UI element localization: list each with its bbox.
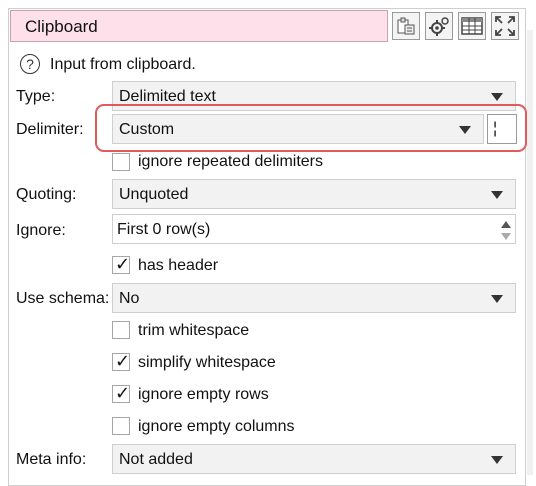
ignore-rows-spinbox[interactable]: First 0 row(s): [112, 214, 516, 244]
simplify-whitespace-label: simplify whitespace: [138, 354, 276, 371]
quoting-value: Unquoted: [119, 186, 189, 203]
paste-icon: [397, 17, 415, 35]
quoting-label: Quoting:: [16, 186, 77, 203]
meta-info-value: Not added: [119, 451, 193, 468]
checkmark-icon: ✓: [115, 383, 131, 403]
chevron-down-icon: [491, 93, 503, 101]
has-header-label: has header: [138, 257, 219, 274]
ignore-empty-columns-checkbox[interactable]: [112, 417, 130, 435]
delimiter-highlight: [95, 104, 527, 152]
quoting-select[interactable]: Unquoted: [112, 179, 516, 209]
trim-whitespace-checkbox[interactable]: [112, 321, 130, 339]
schema-label: Use schema:: [16, 290, 110, 307]
info-text: Input from clipboard.: [50, 56, 196, 73]
chevron-down-icon: [491, 295, 503, 303]
table-view-button[interactable]: [458, 12, 486, 40]
has-header-checkbox[interactable]: ✓: [112, 254, 131, 274]
spin-up-icon[interactable]: [501, 221, 511, 228]
checkmark-icon: ✓: [115, 351, 131, 371]
settings-button[interactable]: [425, 12, 453, 40]
ignore-empty-rows-label: ignore empty rows: [138, 386, 269, 403]
scrollbar[interactable]: [527, 30, 533, 475]
paste-button[interactable]: [392, 12, 420, 40]
ignore-repeated-label: ignore repeated delimiters: [138, 153, 323, 170]
trim-whitespace-label: trim whitespace: [138, 322, 250, 339]
type-label: Type:: [16, 88, 56, 105]
chevron-down-icon: [491, 191, 503, 199]
spin-down-icon[interactable]: [501, 233, 511, 240]
table-icon: [461, 17, 483, 35]
ignore-repeated-checkbox[interactable]: [112, 153, 130, 171]
help-circle-icon[interactable]: ?: [20, 54, 40, 74]
ignore-empty-rows-checkbox[interactable]: ✓: [112, 383, 131, 403]
ignore-rows-value: First 0 row(s): [117, 221, 211, 238]
title-bar: Clipboard: [10, 10, 388, 42]
properties-panel: [8, 8, 526, 486]
meta-info-label: Meta info:: [16, 451, 87, 468]
delimiter-label: Delimiter:: [16, 121, 84, 138]
expand-button[interactable]: [491, 12, 519, 40]
expand-icon: [495, 16, 515, 36]
simplify-whitespace-checkbox[interactable]: ✓: [112, 351, 131, 371]
ignore-label: Ignore:: [16, 222, 66, 239]
chevron-down-icon: [491, 456, 503, 464]
checkmark-icon: ✓: [115, 254, 131, 274]
schema-value: No: [119, 290, 140, 307]
schema-select[interactable]: No: [112, 283, 516, 313]
gear-icon: [429, 17, 449, 36]
panel-title: Clipboard: [25, 17, 98, 36]
ignore-empty-columns-label: ignore empty columns: [138, 418, 295, 435]
meta-info-select[interactable]: Not added: [112, 444, 516, 474]
